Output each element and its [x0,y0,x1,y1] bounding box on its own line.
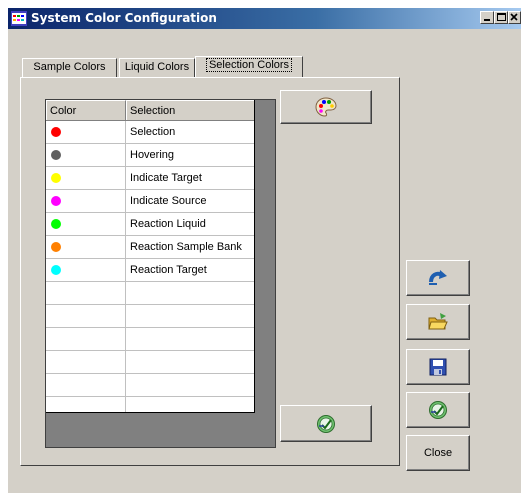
column-header-selection[interactable]: Selection [126,100,254,120]
table-row[interactable]: Selection [46,121,254,144]
table-row[interactable]: Reaction Target [46,259,254,282]
grid-header: Color Selection [46,100,254,121]
selection-color-grid[interactable]: Color Selection Selection Hovering Indic… [46,100,255,413]
empty-row[interactable] [46,328,254,351]
tab-label: Selection Colors [205,58,293,72]
color-cell[interactable] [46,259,126,281]
selection-cell: Reaction Sample Bank [130,241,242,253]
color-cell[interactable] [46,190,126,212]
selection-cell: Reaction Target [130,264,207,276]
selection-cell: Indicate Source [130,195,207,207]
color-swatch [51,265,61,275]
color-cell[interactable] [46,121,126,143]
tab-liquid-colors[interactable]: Liquid Colors [119,58,195,77]
selection-cell: Hovering [130,149,175,161]
color-cell[interactable] [46,213,126,235]
column-header-color[interactable]: Color [46,100,126,120]
app-icon [11,11,27,26]
palette-icon [315,97,337,117]
empty-row[interactable] [46,374,254,397]
empty-row[interactable] [46,282,254,305]
empty-cell [46,351,126,373]
apply-side-button[interactable] [406,392,470,428]
apply-icon [429,401,447,419]
apply-button[interactable] [280,405,372,442]
color-swatch [51,196,61,206]
minimize-icon [484,19,490,21]
color-swatch [51,173,61,183]
selection-cell: Reaction Liquid [130,218,206,230]
tab-sample-colors[interactable]: Sample Colors [22,58,117,77]
open-folder-icon [428,313,448,330]
open-button[interactable] [406,304,470,340]
color-swatch [51,219,61,229]
tab-label: Liquid Colors [124,61,190,73]
redo-icon [429,270,447,285]
empty-cell [46,397,126,412]
title-bar[interactable]: System Color Configuration [8,8,521,29]
close-window-button[interactable] [508,11,521,24]
empty-cell [46,328,126,350]
table-row[interactable]: Hovering [46,144,254,167]
empty-cell [46,305,126,327]
selection-cell: Indicate Target [130,172,202,184]
maximize-icon [497,13,506,21]
window-title: System Color Configuration [31,11,217,25]
close-button-label: Close [423,447,453,459]
table-row[interactable]: Reaction Sample Bank [46,236,254,259]
empty-row[interactable] [46,351,254,374]
color-cell[interactable] [46,167,126,189]
save-button[interactable] [406,349,470,385]
table-row[interactable]: Indicate Source [46,190,254,213]
color-palette-button[interactable] [280,90,372,124]
color-swatch [51,127,61,137]
empty-row[interactable] [46,397,254,412]
table-row[interactable]: Reaction Liquid [46,213,254,236]
color-cell[interactable] [46,144,126,166]
close-button[interactable]: Close [406,435,470,471]
color-swatch [51,242,61,252]
maximize-button[interactable] [494,11,508,24]
tab-selection-colors[interactable]: Selection Colors [195,56,303,77]
color-cell[interactable] [46,236,126,258]
empty-row[interactable] [46,305,254,328]
save-icon [429,358,447,376]
config-window: System Color Configuration Sample Colors… [8,8,521,493]
tab-label: Sample Colors [33,61,106,73]
color-swatch [51,150,61,160]
empty-cell [46,374,126,396]
apply-icon [317,414,335,433]
table-row[interactable]: Indicate Target [46,167,254,190]
redo-button[interactable] [406,260,470,296]
minimize-button[interactable] [480,11,494,24]
selection-cell: Selection [130,126,176,138]
empty-cell [46,282,126,304]
grid-panel: Color Selection Selection Hovering Indic… [45,99,276,448]
close-icon [510,13,518,21]
